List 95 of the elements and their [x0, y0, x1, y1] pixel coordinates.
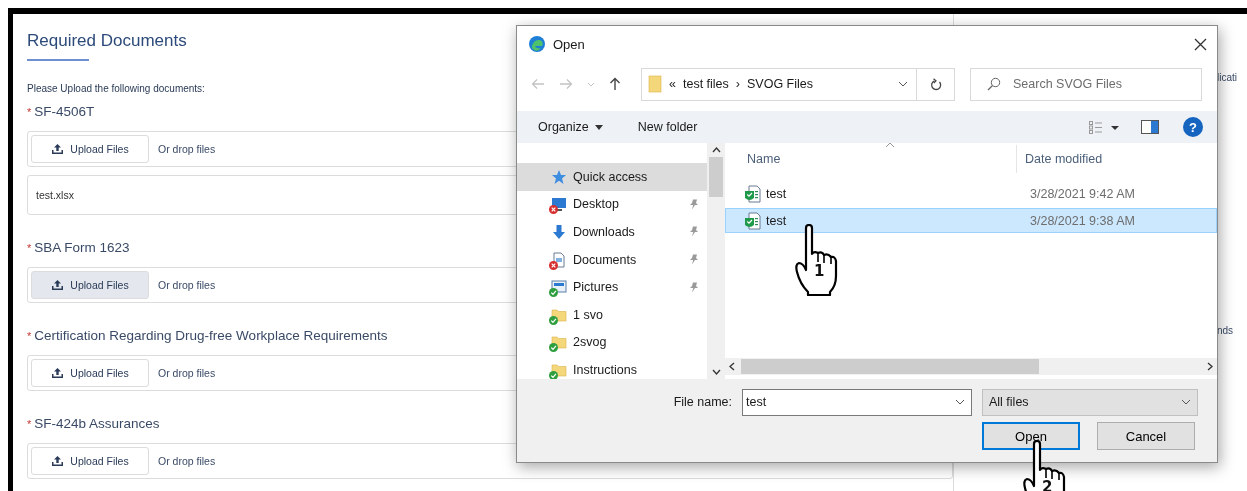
new-folder-button[interactable]: New folder [637, 120, 698, 134]
folder-icon [551, 361, 567, 378]
navigation-item[interactable]: 1 svo [517, 300, 707, 329]
scroll-down-icon[interactable] [711, 369, 721, 375]
document-label: SBA Form 1623 [34, 240, 130, 255]
scroll-left-icon[interactable] [729, 362, 735, 371]
side-panel-text: licati [1217, 72, 1237, 83]
spreadsheet-file-icon [744, 211, 762, 230]
file-name-label: File name: [673, 395, 732, 409]
document-label: SF-4506T [34, 104, 95, 119]
breadcrumb-separator: › [735, 77, 740, 91]
breadcrumb-item[interactable]: SVOG Files [747, 77, 813, 91]
dialog-title: Open [553, 36, 586, 52]
folder-icon [551, 334, 567, 351]
drop-hint: Or drop files [158, 455, 216, 467]
organize-menu[interactable]: Organize [538, 120, 603, 134]
spreadsheet-file-icon [744, 184, 762, 203]
view-options-icon[interactable] [1089, 120, 1121, 134]
horizontal-scrollbar[interactable] [725, 358, 1217, 375]
dialog-button[interactable]: Cancel [1097, 422, 1195, 450]
drop-hint: Or drop files [158, 143, 216, 155]
refresh-icon [929, 77, 942, 91]
folder-icon [648, 75, 662, 93]
navigation-label: Documents [573, 252, 638, 267]
chevron-down-icon[interactable] [898, 81, 908, 87]
upload-icon [51, 279, 65, 291]
file-row[interactable]: test 3/28/2021 9:42 AM [725, 181, 1217, 206]
document-label: SF-424b Assurances [34, 416, 160, 431]
side-panel-text: nds [1217, 325, 1234, 336]
search-field[interactable]: Search SVOG Files [970, 67, 1202, 101]
preview-pane-icon[interactable] [1141, 120, 1159, 134]
dropdown-value: All files [989, 395, 1030, 409]
navigation-item[interactable]: Quick access [517, 163, 707, 191]
upload-files-button[interactable]: Upload Files [31, 447, 149, 475]
document-label: Certification Regarding Drug-free Workplace Requirements [34, 328, 388, 343]
navigation-label: Downloads [573, 225, 636, 239]
navigation-label: 1 svo [573, 307, 604, 322]
scroll-right-icon[interactable] [1207, 362, 1213, 371]
search-icon [987, 77, 1001, 91]
vertical-scrollbar[interactable] [707, 143, 725, 379]
navigation-label: 2svog [573, 335, 608, 350]
navigation-item[interactable]: Pictures [517, 273, 707, 301]
upload-files-button[interactable]: Upload Files [31, 359, 149, 387]
sort-caret-icon [885, 142, 895, 148]
file-name: test [766, 186, 787, 201]
navigation-item[interactable]: 2svog [517, 328, 707, 357]
required-asterisk: * [27, 106, 32, 118]
address-bar[interactable]: « test files › SVOG Files [641, 67, 917, 101]
file-date: 3/28/2021 9:42 AM [1029, 186, 1135, 201]
file-name: test [766, 213, 787, 228]
upload-icon [51, 143, 65, 155]
download-arrow-icon [551, 224, 567, 240]
navigation-item[interactable]: Desktop [517, 190, 707, 219]
upload-files-button[interactable]: Upload Files [31, 271, 149, 299]
overflow-marker[interactable]: « [669, 77, 676, 91]
file-name-field[interactable]: test [742, 388, 972, 416]
scrollbar-thumb[interactable] [741, 359, 1039, 374]
upload-files-button[interactable]: Upload Files [31, 135, 149, 163]
scrollbar-thumb[interactable] [709, 157, 723, 197]
required-asterisk: * [27, 418, 32, 430]
upload-icon [51, 455, 65, 467]
scroll-up-icon[interactable] [711, 147, 721, 153]
help-button[interactable]: ? [1183, 117, 1203, 137]
navigation-item[interactable]: Downloads [517, 218, 707, 246]
navigation-label: Desktop [573, 197, 620, 212]
navigation-label: Instructions [573, 362, 638, 377]
file-name: test.xlsx [36, 189, 74, 201]
chevron-down-icon [955, 399, 965, 405]
column-header[interactable]: Date modified [1017, 152, 1103, 166]
required-asterisk: * [27, 330, 32, 342]
chevron-down-icon [1181, 399, 1191, 405]
search-placeholder: Search SVOG Files [1013, 77, 1123, 91]
file-row[interactable]: test 3/28/2021 9:38 AM [725, 208, 1217, 233]
refresh-button[interactable] [917, 67, 955, 101]
upload-icon [51, 367, 65, 379]
app-logo-icon [528, 35, 546, 53]
field-value: test [746, 395, 768, 409]
required-asterisk: * [27, 242, 32, 254]
dialog-button[interactable]: Open [982, 422, 1080, 450]
column-header[interactable]: Name [747, 152, 781, 166]
instructions-text: Please Upload the following documents: [27, 83, 205, 94]
close-icon[interactable] [1194, 37, 1207, 51]
navigation-item[interactable]: Instructions [517, 356, 707, 379]
navigation-label: Quick access [573, 169, 649, 184]
breadcrumb-item[interactable]: test files [682, 77, 729, 91]
star-icon [551, 168, 567, 185]
hand-pointer-icon [794, 224, 840, 296]
navigation-label: Pictures [573, 280, 620, 295]
drop-hint: Or drop files [158, 367, 216, 379]
folder-icon [551, 306, 567, 323]
file-type-dropdown[interactable]: All files [982, 388, 1198, 416]
file-date: 3/28/2021 9:38 AM [1029, 213, 1135, 228]
section-title: Required Documents [27, 31, 187, 51]
drop-hint: Or drop files [158, 279, 216, 291]
up-arrow-icon[interactable] [609, 77, 621, 91]
